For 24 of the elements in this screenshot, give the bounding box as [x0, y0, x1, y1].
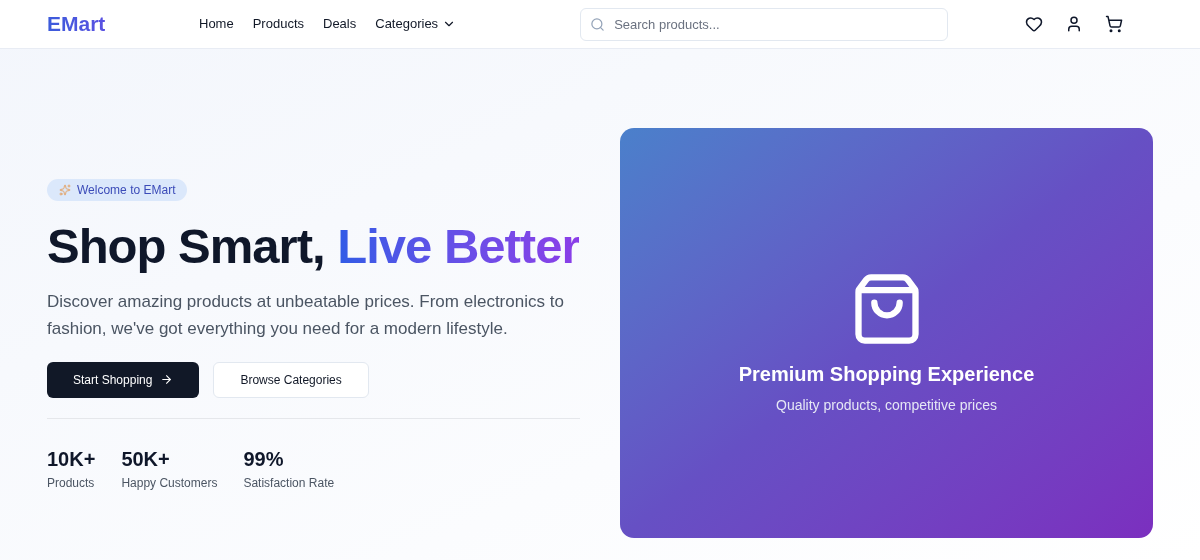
sparkles-icon	[59, 184, 71, 196]
heart-icon[interactable]	[1025, 15, 1043, 33]
cart-icon[interactable]	[1105, 15, 1123, 33]
hero-description: Discover amazing products at unbeatable prices. From electronics to fashion, we've got everything you need for a modern lifestyle.	[47, 290, 565, 340]
stat-label: Happy Customers	[121, 474, 218, 492]
stat-value: 10K+	[47, 446, 96, 471]
badge-text: Welcome to EMart	[77, 182, 176, 199]
search-icon	[590, 16, 606, 32]
stat-value: 99%	[243, 446, 285, 471]
card-title: Premium Shopping Experience	[738, 361, 1035, 387]
nav-link[interactable]: Categories	[375, 14, 457, 34]
stat-value: 50K+	[121, 446, 171, 471]
nav-link[interactable]: Home	[199, 14, 234, 34]
nav-link[interactable]: Products	[252, 14, 304, 34]
hero-heading: Shop Smart, Live Better	[47, 218, 580, 275]
stat-label: Satisfaction Rate	[243, 474, 335, 492]
search-field[interactable]: Search products...	[580, 7, 949, 41]
nav-link[interactable]: Deals	[323, 14, 357, 34]
browse-categories-button[interactable]: Browse Categories	[213, 361, 369, 398]
start-shopping-button[interactable]: Start Shopping	[47, 361, 200, 398]
user-icon[interactable]	[1065, 15, 1083, 33]
arrow-right-icon	[160, 373, 174, 387]
stat-label: Products	[47, 474, 96, 492]
card-subtitle: Quality products, competitive prices	[776, 395, 997, 415]
